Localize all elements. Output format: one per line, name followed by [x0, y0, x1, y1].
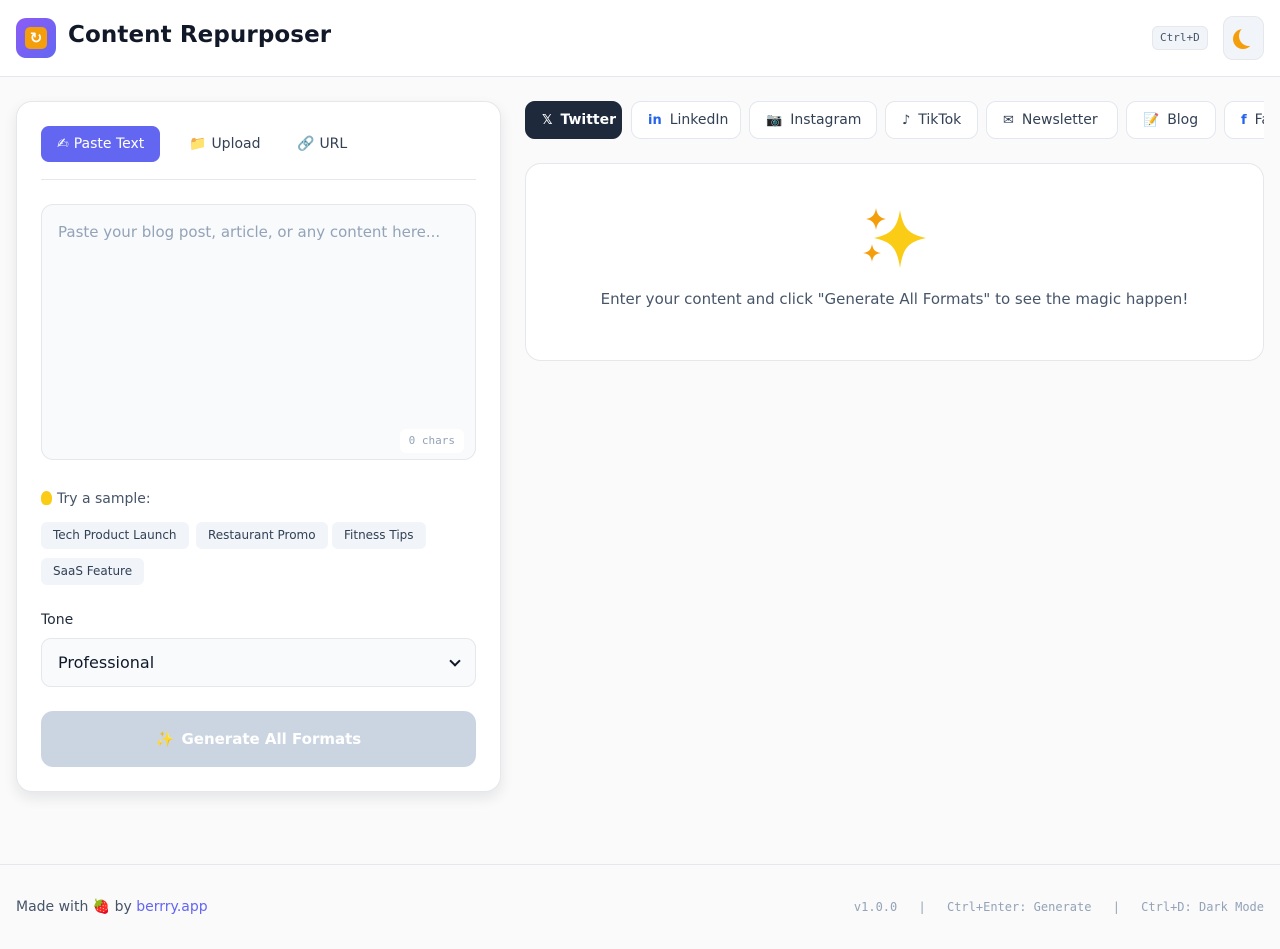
lightbulb-icon — [41, 491, 52, 505]
generate-shortcut-label: Ctrl+Enter: Generate — [946, 900, 1092, 914]
berrry-app-link[interactable]: berrry.app — [136, 899, 207, 915]
platform-tabs: 𝕏 Twitter in LinkedIn 📷 Instagram ♪ TikTok ✉… — [525, 101, 1264, 139]
memo-icon: 📝 — [1143, 112, 1160, 128]
dark-mode-shortcut-label: Ctrl+D: Dark Mode — [1141, 900, 1264, 914]
tab-paste-text[interactable]: ✍ Paste Text — [41, 126, 161, 162]
tone-selected-value: Professional — [58, 653, 155, 672]
strawberry-icon: 🍓 — [92, 899, 111, 915]
platform-tab-tiktok[interactable]: ♪ TikTok — [885, 101, 978, 139]
app-header: ↻ Content Repurposer Ctrl+D — [0, 0, 1280, 77]
envelope-icon: ✉ — [1003, 112, 1014, 128]
linkedin-icon: in — [648, 112, 662, 128]
output-empty-message: Enter your content and click "Generate A… — [600, 290, 1189, 308]
content-input[interactable] — [42, 205, 475, 459]
dark-mode-shortcut-hint: Ctrl+D — [1152, 26, 1208, 50]
footer: Made with 🍓 by berrry.app v1.0.0 | Ctrl+… — [0, 864, 1280, 949]
footer-shortcuts: v1.0.0 | Ctrl+Enter: Generate | Ctrl+D: … — [854, 900, 1264, 914]
sample-label: Try a sample: — [41, 491, 151, 507]
sparkles-icon: ✨ — [155, 730, 175, 748]
moon-icon — [1239, 26, 1259, 46]
platform-tab-facebook[interactable]: fFacebook — [1224, 101, 1264, 139]
sample-chip-saas-feature[interactable]: SaaS Feature — [41, 558, 145, 585]
tab-url[interactable]: 🔗 URL — [281, 126, 363, 162]
camera-icon: 📷 — [766, 112, 783, 128]
sample-chip-fitness-tips[interactable]: Fitness Tips — [332, 522, 426, 549]
platform-tab-linkedin[interactable]: in LinkedIn — [631, 101, 741, 139]
sparkles-icon — [863, 208, 926, 268]
chevron-down-icon — [449, 654, 461, 667]
input-tabs: ✍ Paste Text 📁 Upload 🔗 URL — [41, 126, 476, 180]
input-panel: ✍Paste Text 📁Upload 🔗URL 0 chars Try a s… — [16, 101, 501, 792]
app-title: Content Repurposer — [68, 22, 332, 48]
footer-separator: | — [918, 900, 926, 914]
music-note-icon: ♪ — [902, 112, 911, 128]
version-label: v1.0.0 — [853, 900, 898, 914]
app-logo-icon: ↻ — [16, 18, 56, 58]
sample-chip-restaurant-promo[interactable]: Restaurant Promo — [196, 522, 328, 549]
char-count: 0 chars — [399, 429, 464, 453]
platform-tab-newsletter[interactable]: ✉ Newsletter — [986, 101, 1118, 139]
tab-upload[interactable]: 📁 Upload — [173, 126, 277, 162]
platform-tab-twitter[interactable]: 𝕏 Twitter — [525, 101, 622, 139]
folder-icon: 📁 — [189, 136, 207, 152]
writing-hand-icon: ✍ — [57, 136, 69, 152]
theme-toggle-button[interactable] — [1223, 16, 1264, 60]
generate-all-button[interactable]: ✨ Generate All Formats — [41, 711, 476, 767]
tone-label: Tone — [41, 612, 74, 628]
facebook-icon: f — [1241, 112, 1247, 128]
made-with-credit: Made with 🍓 by berrry.app — [16, 899, 208, 915]
sample-chip-tech-product-launch[interactable]: Tech Product Launch — [41, 522, 189, 549]
platform-tab-instagram[interactable]: 📷 Instagram — [749, 101, 877, 139]
link-icon: 🔗 — [297, 136, 315, 152]
footer-separator: | — [1112, 900, 1120, 914]
content-editor-wrap: 0 chars — [41, 204, 476, 460]
tone-select[interactable]: Professional — [41, 638, 476, 687]
x-logo-icon: 𝕏 — [542, 112, 553, 128]
platform-tab-blog[interactable]: 📝 Blog — [1126, 101, 1216, 139]
output-panel: Enter your content and click "Generate A… — [525, 163, 1264, 361]
